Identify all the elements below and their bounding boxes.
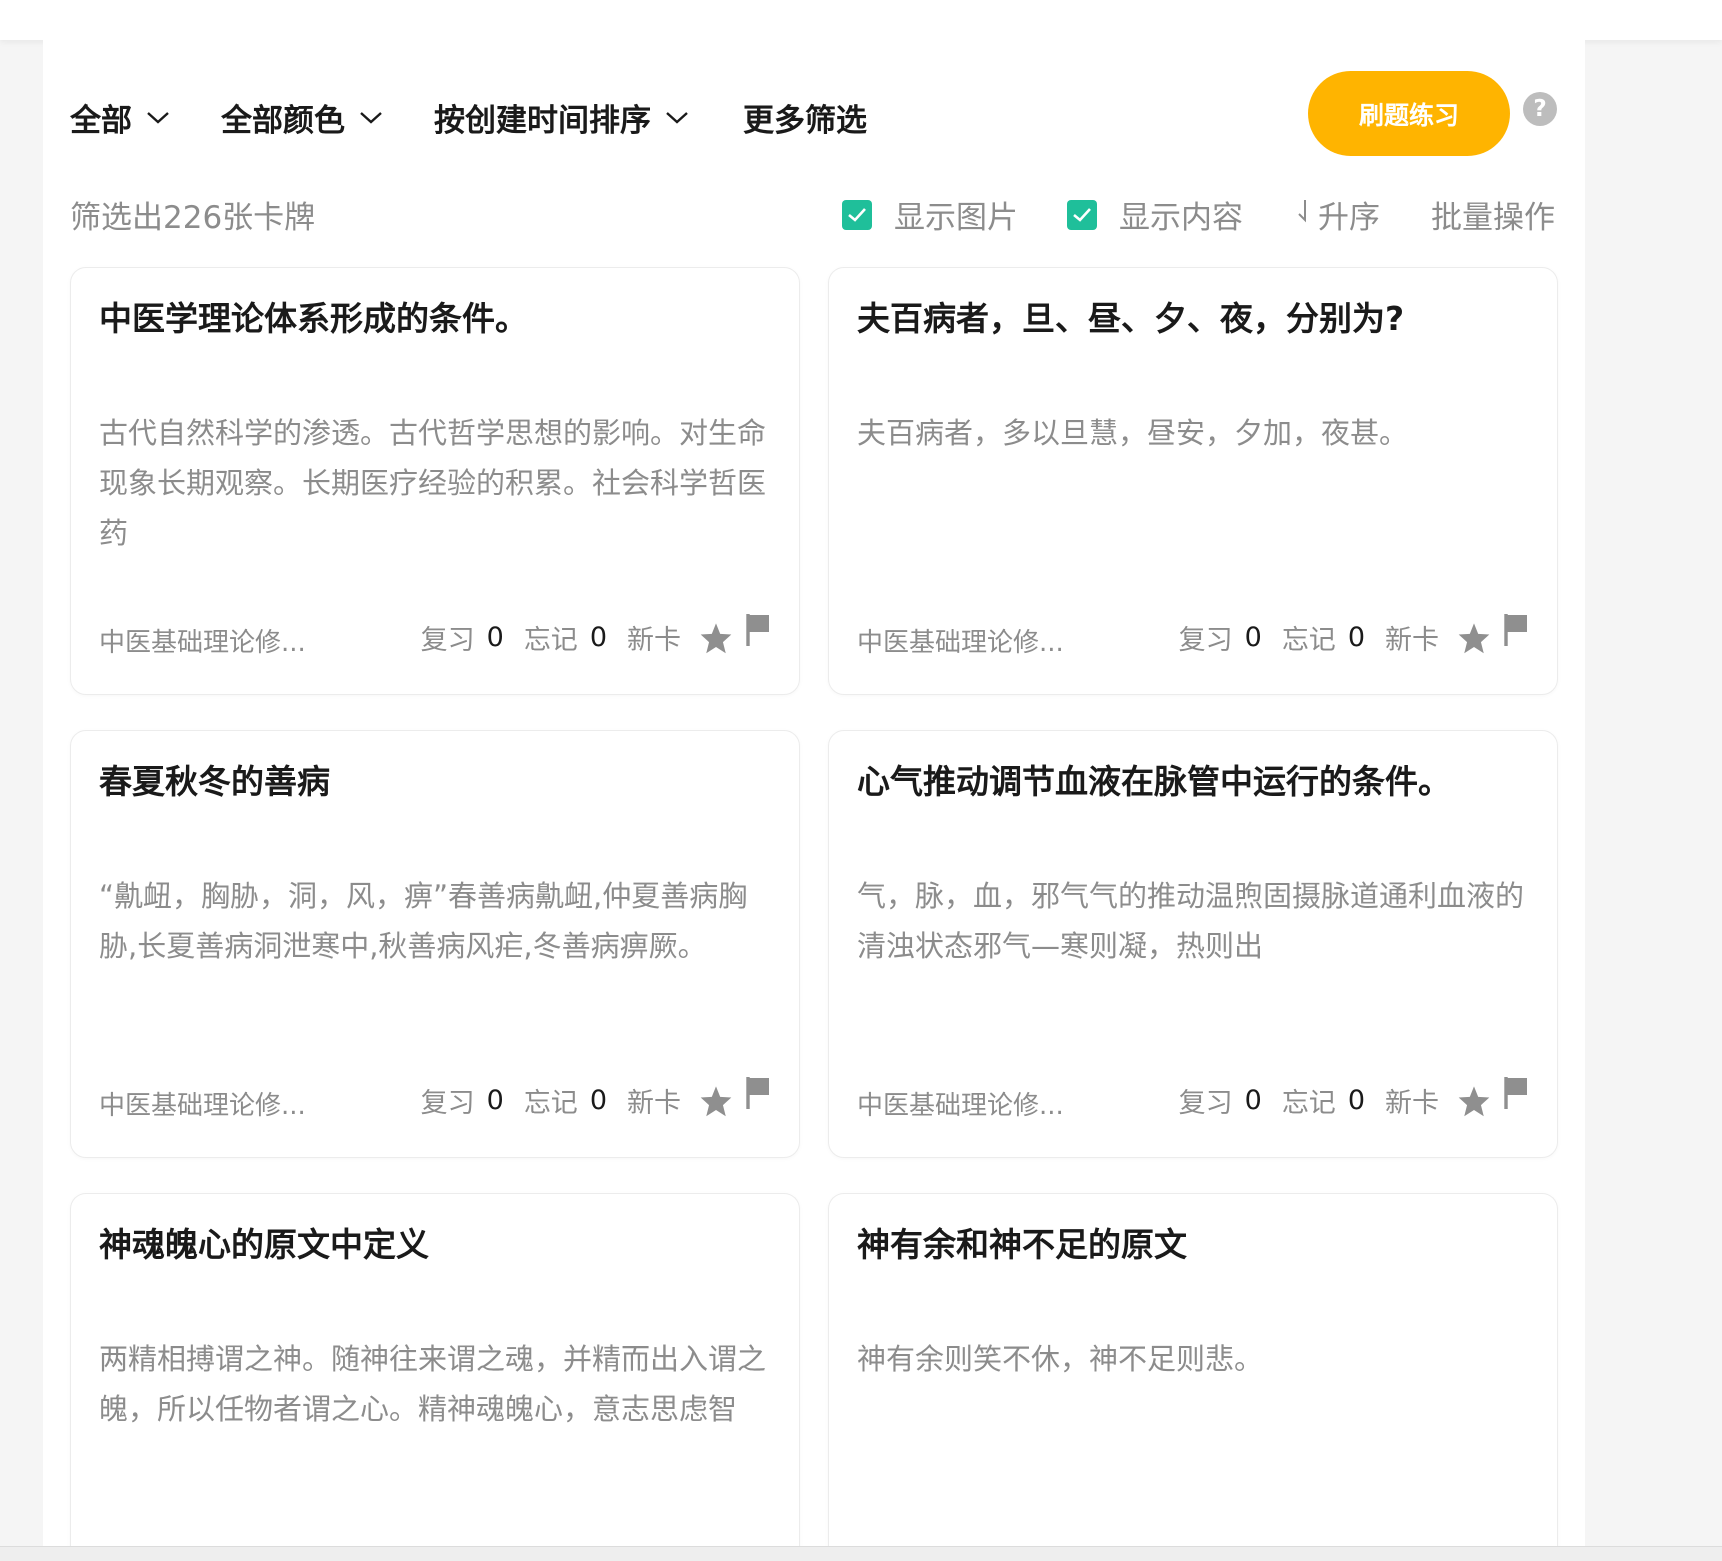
ascending-sort-button[interactable]: 升序	[1296, 192, 1380, 237]
review-label: 复习	[1178, 625, 1233, 656]
batch-operation-label: 批量操作	[1431, 200, 1555, 236]
scope-filter-dropdown[interactable]: 全部	[70, 95, 170, 140]
card-item[interactable]: 心气推动调节血液在脉管中运行的条件。 气，脉，血，邪气气的推动温煦固摄脉道通利血…	[828, 730, 1558, 1158]
forget-count: 0	[1347, 1085, 1365, 1116]
forget-count: 0	[589, 1085, 607, 1116]
review-count: 0	[1244, 622, 1262, 653]
review-label: 复习	[1178, 1088, 1233, 1119]
card-status: 新卡	[1385, 1088, 1439, 1119]
sort-label: 按创建时间排序	[434, 103, 651, 139]
card-title: 心气推动调节血液在脉管中运行的条件。	[857, 762, 1451, 801]
card-content: “鼽衄，胸胁，洞，风，痹”春善病鼽衄,仲夏善病胸胁,长夏善病洞泄寒中,秋善病风疟…	[99, 879, 748, 963]
star-icon[interactable]	[699, 622, 733, 654]
chevron-down-icon	[665, 111, 689, 125]
card-title: 中医学理论体系形成的条件。	[99, 299, 528, 338]
card-stats: 复习 0 忘记 0 新卡	[421, 1081, 733, 1120]
card-content: 气，脉，血，邪气气的推动温煦固摄脉道通利血液的清浊状态邪气—寒则凝，热则出	[857, 879, 1525, 963]
more-filters-button[interactable]: 更多筛选	[743, 95, 867, 140]
forget-label: 忘记	[523, 625, 578, 656]
show-images-label: 显示图片	[894, 200, 1018, 236]
card-content: 夫百病者，多以旦慧，昼安，夕加，夜甚。	[857, 416, 1409, 450]
star-icon[interactable]	[1457, 622, 1491, 654]
sort-dropdown[interactable]: 按创建时间排序	[434, 95, 689, 140]
forget-count: 0	[589, 622, 607, 653]
card-stats: 复习 0 忘记 0 新卡	[1179, 1081, 1491, 1120]
card-footer: 中医基础理论修... 复习 0 忘记 0 新卡	[857, 614, 1529, 658]
forget-count: 0	[1347, 622, 1365, 653]
card-content: 神有余则笑不休，神不足则悲。	[857, 1342, 1264, 1376]
deck-name: 中医基础理论修...	[99, 1091, 306, 1121]
show-content-toggle[interactable]: 显示内容	[1067, 192, 1243, 237]
card-content: 古代自然科学的渗透。古代哲学思想的影响。对生命现象长期观察。长期医疗经验的积累。…	[99, 416, 767, 550]
card-item[interactable]: 神魂魄心的原文中定义 两精相搏谓之神。随神往来谓之魂，并精而出入谓之魄，所以任物…	[70, 1193, 800, 1553]
show-images-toggle[interactable]: 显示图片	[842, 192, 1018, 237]
scope-filter-label: 全部	[70, 103, 132, 139]
checkbox-checked-icon[interactable]	[1067, 199, 1097, 230]
card-list-panel: 全部 全部颜色 按创建时间排序 更多筛选 刷题练习 ? 筛选出226张卡牌 显示…	[43, 40, 1585, 1553]
card-status: 新卡	[627, 1088, 681, 1119]
chevron-down-icon	[359, 111, 383, 125]
star-icon[interactable]	[699, 1085, 733, 1117]
more-filters-label: 更多筛选	[743, 103, 867, 139]
forget-label: 忘记	[523, 1088, 578, 1119]
review-count: 0	[1244, 1085, 1262, 1116]
batch-operation-button[interactable]: 批量操作	[1431, 192, 1555, 237]
card-item[interactable]: 春夏秋冬的善病 “鼽衄，胸胁，洞，风，痹”春善病鼽衄,仲夏善病胸胁,长夏善病洞泄…	[70, 730, 800, 1158]
card-count-text: 筛选出226张卡牌	[70, 200, 316, 236]
card-content: 两精相搏谓之神。随神往来谓之魂，并精而出入谓之魄，所以任物者谓之心。精神魂魄心，…	[99, 1342, 767, 1426]
deck-name: 中医基础理论修...	[857, 628, 1064, 658]
card-item[interactable]: 神有余和神不足的原文 神有余则笑不休，神不足则悲。	[828, 1193, 1558, 1553]
card-item[interactable]: 中医学理论体系形成的条件。 古代自然科学的渗透。古代哲学思想的影响。对生命现象长…	[70, 267, 800, 695]
show-content-label: 显示内容	[1119, 200, 1243, 236]
card-title: 神魂魄心的原文中定义	[99, 1225, 429, 1264]
card-item[interactable]: 夫百病者，旦、昼、夕、夜，分别为? 夫百病者，多以旦慧，昼安，夕加，夜甚。 中医…	[828, 267, 1558, 695]
help-icon[interactable]: ?	[1523, 92, 1557, 126]
card-title: 神有余和神不足的原文	[857, 1225, 1187, 1264]
review-label: 复习	[420, 1088, 475, 1119]
flag-icon[interactable]	[1503, 612, 1529, 648]
card-stats: 复习 0 忘记 0 新卡	[421, 618, 733, 657]
bottom-scrollbar[interactable]	[0, 1546, 1722, 1561]
star-icon[interactable]	[1457, 1085, 1491, 1117]
flag-icon[interactable]	[1503, 1075, 1529, 1111]
flag-icon[interactable]	[745, 1075, 771, 1111]
review-count: 0	[486, 1085, 504, 1116]
card-footer: 中医基础理论修... 复习 0 忘记 0 新卡	[99, 1077, 771, 1121]
checkbox-checked-icon[interactable]	[842, 199, 872, 230]
review-label: 复习	[420, 625, 475, 656]
color-filter-dropdown[interactable]: 全部颜色	[221, 95, 383, 140]
deck-name: 中医基础理论修...	[857, 1091, 1064, 1121]
card-footer: 中医基础理论修... 复习 0 忘记 0 新卡	[99, 614, 771, 658]
card-status: 新卡	[1385, 625, 1439, 656]
flag-icon[interactable]	[745, 612, 771, 648]
color-filter-label: 全部颜色	[221, 103, 345, 139]
forget-label: 忘记	[1281, 625, 1336, 656]
top-bar	[0, 0, 1722, 40]
sort-arrow-icon	[1296, 198, 1310, 231]
card-stats: 复习 0 忘记 0 新卡	[1179, 618, 1491, 657]
card-title: 春夏秋冬的善病	[99, 762, 330, 801]
card-title: 夫百病者，旦、昼、夕、夜，分别为?	[857, 299, 1405, 338]
practice-button[interactable]: 刷题练习	[1308, 71, 1510, 156]
deck-name: 中医基础理论修...	[99, 628, 306, 658]
chevron-down-icon	[146, 111, 170, 125]
card-footer: 中医基础理论修... 复习 0 忘记 0 新卡	[857, 1077, 1529, 1121]
review-count: 0	[486, 622, 504, 653]
ascending-label: 升序	[1318, 200, 1380, 236]
card-status: 新卡	[627, 625, 681, 656]
forget-label: 忘记	[1281, 1088, 1336, 1119]
